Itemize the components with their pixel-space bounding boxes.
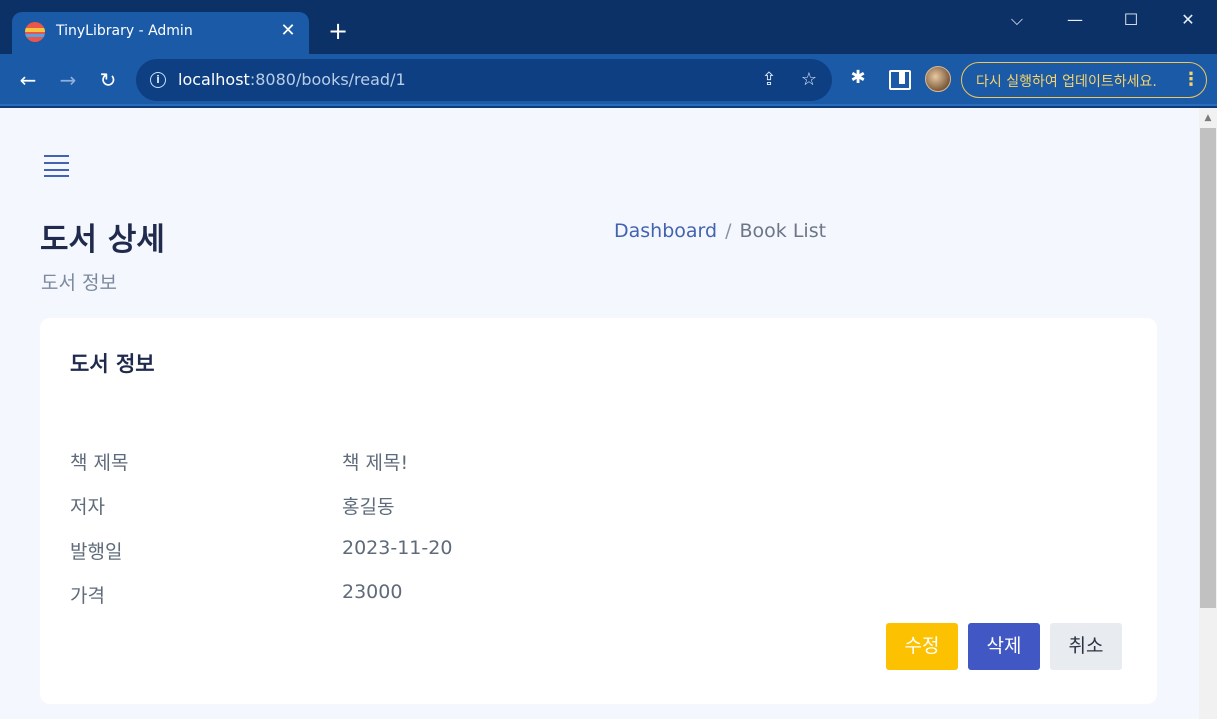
update-button[interactable]: 다시 실행하여 업데이트하세요. ⋮ xyxy=(961,62,1207,98)
info-icon[interactable]: i xyxy=(150,72,166,88)
avatar[interactable] xyxy=(925,66,951,92)
field-label: 발행일 xyxy=(70,541,123,563)
close-icon[interactable]: ✕ xyxy=(277,20,299,42)
card-title: 도서 정보 xyxy=(70,352,155,376)
favicon-icon xyxy=(25,22,45,42)
chevron-down-icon[interactable]: ⌵ xyxy=(1002,8,1032,32)
url-path: :8080/books/read/1 xyxy=(249,70,406,89)
back-icon[interactable]: ← xyxy=(14,66,42,94)
update-text: 다시 실행하여 업데이트하세요. xyxy=(976,74,1157,90)
reload-icon[interactable]: ↻ xyxy=(94,66,122,94)
breadcrumb: Dashboard / Book List xyxy=(614,220,826,242)
field-row-price: 가격 23000 xyxy=(70,581,770,611)
book-info-card: 도서 정보 책 제목 책 제목! 저자 홍길동 발행일 2023-11-20 가… xyxy=(40,318,1157,704)
scroll-thumb[interactable] xyxy=(1200,128,1216,608)
delete-button[interactable]: 삭제 xyxy=(968,623,1040,670)
extensions-icon[interactable]: ✱ xyxy=(846,66,870,90)
url-host: localhost xyxy=(178,70,250,89)
breadcrumb-dashboard[interactable]: Dashboard xyxy=(614,220,717,242)
minimize-icon[interactable]: — xyxy=(1060,8,1090,32)
plus-icon[interactable]: + xyxy=(326,19,350,44)
breadcrumb-separator: / xyxy=(725,220,732,242)
edit-button[interactable]: 수정 xyxy=(886,623,958,670)
forward-icon[interactable]: → xyxy=(54,66,82,94)
cancel-button[interactable]: 취소 xyxy=(1050,623,1122,670)
browser-titlebar: TinyLibrary - Admin ✕ + ⌵ — ☐ ✕ xyxy=(0,0,1217,54)
side-panel-icon[interactable] xyxy=(886,66,911,90)
browser-tab[interactable]: TinyLibrary - Admin ✕ xyxy=(12,12,309,54)
share-icon[interactable]: ⇪ xyxy=(758,69,780,91)
scroll-up-icon[interactable]: ▲ xyxy=(1199,112,1217,124)
page-title: 도서 상세 xyxy=(40,222,165,258)
field-value: 23000 xyxy=(342,581,403,603)
kebab-icon[interactable]: ⋮ xyxy=(1182,69,1200,91)
menu-icon[interactable] xyxy=(44,155,70,177)
address-bar[interactable]: i localhost:8080/books/read/1 ⇪ ☆ xyxy=(136,59,832,101)
maximize-icon[interactable]: ☐ xyxy=(1116,8,1146,32)
field-label: 저자 xyxy=(70,496,105,518)
close-window-icon[interactable]: ✕ xyxy=(1173,8,1203,32)
field-row-published: 발행일 2023-11-20 xyxy=(70,537,770,567)
tab-title: TinyLibrary - Admin xyxy=(56,23,193,39)
field-value: 2023-11-20 xyxy=(342,537,453,559)
field-row-title: 책 제목 책 제목! xyxy=(70,448,770,478)
url-text[interactable]: localhost:8080/books/read/1 xyxy=(178,70,406,89)
field-value: 홍길동 xyxy=(342,496,395,518)
field-value: 책 제목! xyxy=(342,452,409,474)
field-row-author: 저자 홍길동 xyxy=(70,492,770,522)
field-label: 가격 xyxy=(70,585,105,607)
scrollbar[interactable]: ▲ xyxy=(1199,108,1217,719)
page-subtitle: 도서 정보 xyxy=(41,272,117,294)
star-icon[interactable]: ☆ xyxy=(798,69,820,91)
field-label: 책 제목 xyxy=(70,452,129,474)
breadcrumb-current: Book List xyxy=(739,220,827,242)
